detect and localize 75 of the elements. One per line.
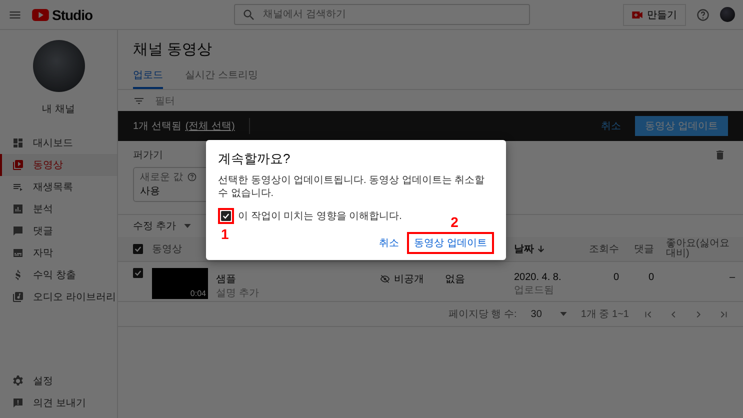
subtitles-icon: [12, 247, 24, 259]
eye-slash-icon: [380, 274, 390, 284]
field-label: 새로운 값: [140, 171, 183, 184]
search-field[interactable]: 채널에서 검색하기: [234, 4, 530, 25]
checkbox-label[interactable]: 이 작업이 미치는 영향을 이해합니다.: [238, 209, 402, 223]
table-cell-text: 0: [612, 272, 620, 283]
page-range: 1개 중 1~1: [580, 308, 629, 321]
annotation-number: 2: [450, 214, 458, 230]
selection-count: 1개 선택됨: [133, 120, 182, 133]
cancel-button[interactable]: 취소: [379, 236, 400, 250]
visibility-text: 비공개: [394, 273, 424, 286]
update-button[interactable]: 동영상 업데이트: [410, 235, 491, 251]
tab[interactable]: 업로드: [133, 65, 163, 89]
sidebar-item[interactable]: 재생목록: [0, 176, 117, 198]
dashboard-icon: [12, 137, 24, 149]
help-icon[interactable]: [696, 8, 710, 22]
table-cell-text: –: [728, 272, 736, 283]
video-icon: [12, 159, 24, 171]
update-button[interactable]: 동영상 업데이트: [635, 116, 728, 136]
field-value: 사용: [140, 185, 160, 198]
column-header[interactable]: 댓글: [634, 242, 654, 256]
edit-label: 퍼가기: [133, 149, 163, 162]
sidebar-item[interactable]: 분석: [0, 198, 117, 220]
trash-icon[interactable]: [714, 149, 726, 161]
first-page-icon[interactable]: [643, 308, 654, 320]
create-button[interactable]: 만들기: [623, 4, 686, 26]
checkbox[interactable]: [221, 211, 231, 221]
sidebar-item[interactable]: 대시보드: [0, 132, 117, 154]
table-cell-text: 없음: [445, 273, 466, 286]
duration-label: 0:04: [190, 289, 206, 298]
column-header[interactable]: 동영상: [152, 242, 182, 256]
column-header[interactable]: 좋아요(싫어요 대비): [666, 238, 739, 260]
video-thumbnail[interactable]: 0:04: [152, 268, 208, 299]
sidebar-item[interactable]: 자막: [0, 242, 117, 264]
cancel-button[interactable]: 취소: [601, 119, 622, 133]
music-library-icon: [12, 291, 24, 303]
sidebar-item[interactable]: 수익 창출: [0, 264, 117, 286]
help-icon[interactable]: [186, 172, 197, 182]
channel-name: 내 채널: [41, 103, 76, 116]
add-edit-dropdown[interactable]: 수정 추가: [133, 219, 191, 233]
column-header[interactable]: 날짜: [514, 242, 534, 256]
playlist-icon: [12, 181, 24, 193]
sort-arrow-icon[interactable]: [537, 245, 545, 253]
tab[interactable]: 실시간 스트리밍: [185, 65, 258, 89]
rows-per-page-label: 페이지당 행 수:: [448, 308, 517, 321]
checkbox[interactable]: [133, 244, 143, 254]
table-cell-text: 2020. 4. 8.: [514, 272, 562, 283]
sidebar-item[interactable]: 동영상: [0, 154, 117, 176]
checkbox[interactable]: [133, 268, 143, 278]
dialog-title: 계속할까요?: [218, 150, 292, 168]
play-logo-icon: [32, 8, 49, 20]
analytics-icon: [12, 203, 24, 215]
channel-avatar: [32, 40, 84, 92]
column-header[interactable]: 조회수: [589, 242, 619, 256]
comment-icon: [12, 225, 24, 237]
dialog-message: 선택한 동영상이 업데이트됩니다. 동영상 업데이트는 취소할 수 없습니다.: [218, 174, 486, 200]
caret-icon: [560, 312, 567, 316]
caret-icon: [184, 224, 191, 228]
camera-icon: [632, 10, 643, 18]
search-icon: [242, 8, 256, 22]
sidebar-item[interactable]: 설정: [0, 370, 117, 392]
table-cell-text: 0: [647, 272, 655, 283]
avatar[interactable]: [720, 7, 735, 22]
rows-per-page-dropdown[interactable]: 30: [530, 308, 567, 320]
settings-icon: [12, 375, 24, 387]
sidebar-item[interactable]: 의견 보내기: [0, 392, 117, 414]
select-all-link[interactable]: (전체 선택): [185, 119, 235, 133]
sidebar-item[interactable]: 오디오 라이브러리: [0, 286, 117, 308]
video-title[interactable]: 샘플: [216, 272, 259, 286]
feedback-icon: [12, 397, 24, 409]
page-title: 채널 동영상: [132, 40, 214, 60]
annotation-number: 1: [221, 226, 229, 242]
logo-text: Studio: [52, 6, 93, 22]
last-page-icon[interactable]: [718, 308, 729, 320]
sidebar-item[interactable]: 댓글: [0, 220, 117, 242]
